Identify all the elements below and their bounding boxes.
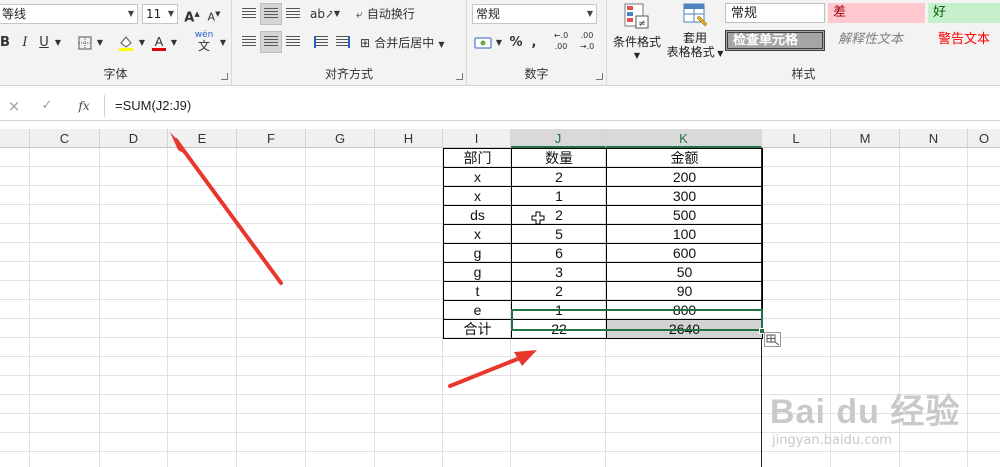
annotation-arrows bbox=[170, 132, 537, 388]
arrow-up-left-shaft bbox=[174, 138, 283, 285]
arrow-right-icon bbox=[514, 350, 537, 366]
arrow-right-shaft bbox=[448, 356, 522, 388]
